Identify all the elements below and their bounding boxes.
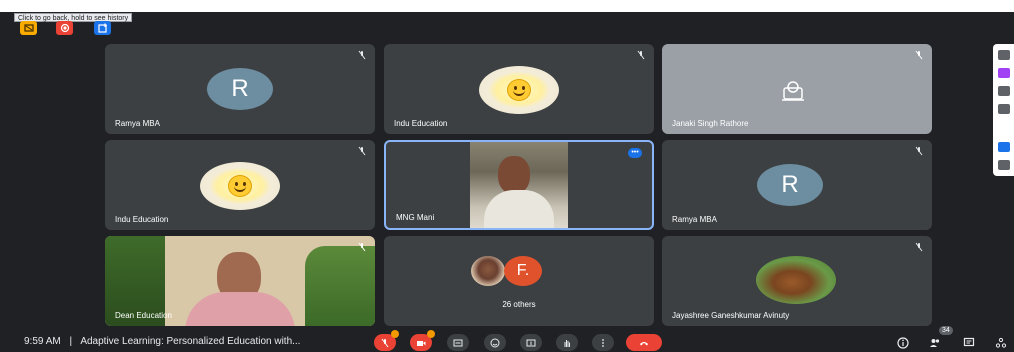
add-to-screen-button[interactable] — [94, 21, 111, 35]
raise-hand-button[interactable] — [556, 334, 578, 351]
participant-name: MNG Mani — [396, 213, 435, 222]
mic-off-icon — [915, 242, 923, 252]
others-avatar-initial: F. — [504, 256, 542, 286]
person-shirt — [484, 190, 554, 228]
highlighter-icon[interactable] — [998, 86, 1010, 96]
participant-tile-mng-mani[interactable]: ••• MNG Mani — [384, 140, 654, 230]
participant-tile-indu-1[interactable]: Indu Education — [384, 44, 654, 134]
person-saree — [185, 292, 295, 326]
participant-name: Jayashree Ganeshkumar Avinuty — [672, 311, 790, 320]
right-side-panel — [993, 44, 1014, 176]
add-to-screen-icon — [97, 23, 107, 33]
cast-icon — [23, 24, 34, 32]
people-button[interactable] — [928, 336, 942, 350]
record-icon — [60, 23, 69, 33]
mic-off-icon — [381, 338, 389, 347]
person-face — [498, 156, 530, 194]
mic-button[interactable] — [374, 330, 399, 351]
mic-off-icon — [915, 146, 923, 156]
pen-icon[interactable] — [998, 68, 1010, 78]
participant-tile-jayashree[interactable]: Jayashree Ganeshkumar Avinuty — [662, 236, 932, 326]
warning-badge — [427, 330, 435, 338]
captions-icon — [453, 339, 463, 346]
hand-icon — [564, 339, 570, 347]
end-call-icon — [640, 341, 648, 345]
participant-tile-others[interactable]: F. 26 others — [384, 236, 654, 326]
present-button[interactable] — [520, 334, 542, 351]
participant-video — [470, 142, 568, 228]
dog-avatar — [756, 256, 836, 304]
emoji-button[interactable] — [484, 334, 506, 351]
participant-name: Ramya MBA — [115, 119, 160, 128]
captions-button[interactable] — [447, 334, 469, 351]
camera-button[interactable] — [410, 330, 435, 351]
record-button[interactable] — [56, 21, 73, 35]
chat-icon — [963, 337, 975, 347]
list-icon[interactable] — [998, 142, 1010, 152]
cast-button[interactable] — [20, 21, 37, 35]
camera-off-icon — [782, 81, 804, 101]
emoji-icon — [490, 338, 500, 347]
mic-off-icon — [637, 50, 645, 60]
avatar-initial: R — [207, 68, 273, 110]
participant-name: Janaki Singh Rathore — [672, 119, 749, 128]
others-count: 26 others — [502, 300, 536, 309]
mic-off-icon — [358, 146, 366, 156]
participant-name: Ramya MBA — [672, 215, 717, 224]
participant-name: Indu Education — [394, 119, 448, 128]
leave-call-button[interactable] — [626, 334, 662, 351]
plant-right — [305, 246, 375, 326]
participant-tile-ramya-1[interactable]: R Ramya MBA — [105, 44, 375, 134]
more-options-button[interactable]: ••• — [628, 148, 642, 158]
activities-button[interactable] — [994, 336, 1008, 350]
people-icon — [930, 339, 940, 347]
more-options-button[interactable] — [592, 334, 614, 351]
warning-badge — [391, 330, 399, 338]
screenshot-icon[interactable] — [998, 160, 1010, 170]
apps-icon[interactable] — [998, 50, 1010, 60]
participant-tile-dean[interactable]: Dean Education — [105, 236, 375, 326]
participant-count-badge: 34 — [939, 326, 953, 335]
mic-off-icon — [358, 242, 366, 252]
browser-top-strip — [0, 0, 1014, 12]
more-vert-icon — [602, 338, 604, 347]
participant-tile-indu-2[interactable]: Indu Education — [105, 140, 375, 230]
separator: | — [69, 336, 73, 347]
participant-tile-ramya-2[interactable]: R Ramya MBA — [662, 140, 932, 230]
cc-icon[interactable] — [998, 104, 1010, 114]
meeting-info: 9:59 AM | Adaptive Learning: Personalize… — [24, 336, 300, 347]
others-avatar-photo — [471, 256, 505, 286]
avatar-initial: R — [757, 164, 823, 206]
meeting-title[interactable]: Adaptive Learning: Personalized Educatio… — [80, 336, 300, 347]
mic-off-icon — [915, 50, 923, 60]
participant-name: Dean Education — [115, 311, 172, 320]
camera-off-icon — [417, 340, 426, 346]
present-screen-icon — [526, 339, 536, 346]
activities-icon — [995, 337, 1007, 348]
mic-off-icon — [358, 50, 366, 60]
bottom-control-bar: 9:59 AM | Adaptive Learning: Personalize… — [0, 328, 1014, 352]
participant-tile-janaki[interactable]: Janaki Singh Rathore — [662, 44, 932, 134]
meeting-details-button[interactable] — [896, 336, 910, 350]
clock-time: 9:59 AM — [24, 336, 61, 347]
participant-name: Indu Education — [115, 215, 169, 224]
smiley-avatar — [200, 162, 280, 210]
info-icon — [897, 337, 909, 349]
chat-button[interactable] — [962, 336, 976, 350]
smiley-avatar — [479, 66, 559, 114]
